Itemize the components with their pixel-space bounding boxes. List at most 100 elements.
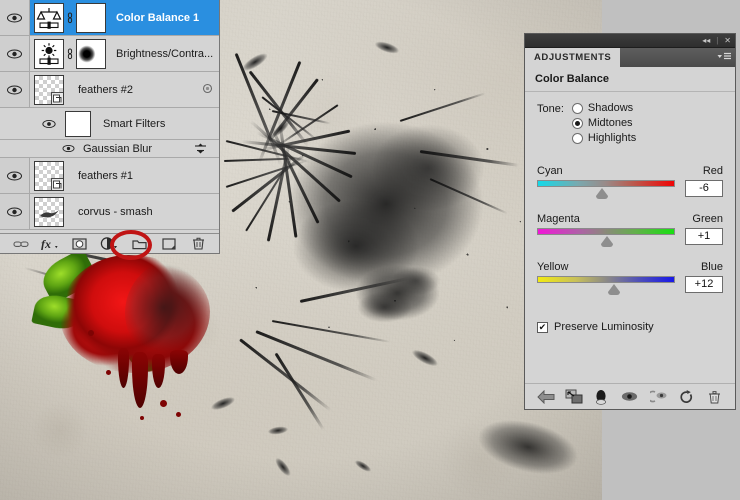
tone-radio-list: Shadows Midtones Highlights [571,102,636,147]
back-arrow-icon[interactable] [533,386,559,408]
blending-options-icon[interactable] [194,143,207,157]
slider-left-label: Cyan [537,165,563,177]
radio-highlights[interactable]: Highlights [571,132,636,144]
adjustments-body: Color Balance Tone: Shadows Midtones Hig… [525,67,735,409]
mask-link-icon[interactable] [64,48,76,60]
trash-icon[interactable] [187,235,209,253]
slider-cyan-red-track-wrap[interactable] [537,180,675,199]
fx-icon[interactable]: fx [39,235,61,253]
radio-button-icon[interactable] [571,102,583,114]
layer-mask-thumbnail[interactable] [76,2,106,33]
layer-name-label: corvus - smash [78,205,153,218]
slider-cyan-red-thumb[interactable] [595,188,608,199]
slider-right-label: Blue [700,261,723,273]
layer-name-label: feathers #1 [78,169,134,182]
photoshop-window: Color Balance 1 Brightness/Contra... fea… [0,0,740,500]
slider-left-label: Magenta [537,213,580,225]
slider-magenta-green-track[interactable] [537,228,675,235]
slider-yellow-blue-thumb[interactable] [608,284,621,295]
panel-tabbar[interactable]: ADJUSTMENTS [525,48,735,67]
smart-filters-label: Smart Filters [103,117,166,130]
layer-row-color-balance-1[interactable]: Color Balance 1 [0,0,219,36]
slider-magenta-green-value[interactable]: +1 [685,228,723,245]
new-adjustment-layer-icon[interactable] [98,235,120,253]
radio-midtones-label: Midtones [587,117,633,129]
layers-panel-toolbar[interactable]: fx [0,233,219,253]
layer-row-smart-filters[interactable]: Smart Filters [0,108,219,140]
layer-thumbnail-feathers-1[interactable] [34,160,64,191]
trash-icon[interactable] [701,386,727,408]
layer-row-feathers-1[interactable]: feathers #1 [0,158,219,194]
gaussian-blur-label: Gaussian Blur [83,142,153,155]
preserve-luminosity-checkbox-row[interactable]: ✔ Preserve Luminosity [525,293,735,333]
add-layer-mask-icon[interactable] [69,235,91,253]
eye-icon [7,85,22,95]
collapse-to-icons-icon[interactable]: ◂◂ [702,36,710,45]
layer-name-label: Brightness/Contra... [116,47,214,60]
slider-right-label: Green [692,213,723,225]
slider-cyan-red: Cyan Red -6 [525,165,735,199]
eye-icon [7,49,22,59]
slider-yellow-blue: Yellow Blue +12 [525,261,735,295]
titlebar-divider: | [716,35,719,45]
slider-cyan-red-track[interactable] [537,180,675,187]
smart-object-badge-icon [51,177,63,190]
adjustments-footer[interactable] [525,383,735,409]
radio-button-selected-icon[interactable] [571,117,583,129]
layer-visibility-toggle[interactable] [0,0,30,35]
slider-yellow-blue-track[interactable] [537,276,675,283]
panel-titlebar[interactable]: ◂◂ | ✕ [525,34,735,48]
checkbox-checked-icon[interactable]: ✔ [537,321,548,333]
eye-icon[interactable] [616,386,642,408]
slider-magenta-green-thumb[interactable] [600,236,613,247]
slider-left-label: Yellow [537,261,569,273]
layer-thumbnail-feathers-2[interactable] [34,74,64,105]
layer-visibility-toggle[interactable] [0,72,30,107]
brightness-contrast-icon [39,42,59,65]
layer-mask-thumbnail[interactable] [76,38,106,69]
new-layer-icon[interactable] [158,235,180,253]
slider-cyan-red-value[interactable]: -6 [685,180,723,197]
layer-thumbnail-corvus-smash[interactable] [34,196,64,227]
adjustments-panel[interactable]: ◂◂ | ✕ ADJUSTMENTS Color Balance Tone: S… [524,33,736,410]
layer-visibility-toggle[interactable] [0,158,30,193]
tab-adjustments[interactable]: ADJUSTMENTS [525,48,621,67]
layer-row-brightness-contrast[interactable]: Brightness/Contra... [0,36,219,72]
mask-link-icon[interactable] [64,12,76,24]
preserve-luminosity-label: Preserve Luminosity [554,321,654,333]
layer-name-label: Color Balance 1 [116,11,200,24]
layer-row-gaussian-blur[interactable]: Gaussian Blur [0,140,219,158]
color-balance-icon [36,7,62,29]
layers-panel[interactable]: Color Balance 1 Brightness/Contra... fea… [0,0,220,260]
link-layers-icon[interactable] [10,235,32,253]
layer-row-corvus-smash[interactable]: corvus - smash [0,194,219,230]
layer-thumbnail-brightness-contrast[interactable] [34,38,64,69]
eye-icon[interactable] [62,144,77,154]
layer-visibility-toggle[interactable] [0,36,30,71]
radio-button-icon[interactable] [571,132,583,144]
slider-yellow-blue-value[interactable]: +12 [685,276,723,293]
clip-to-layer-icon[interactable] [561,386,587,408]
reset-icon[interactable] [674,386,700,408]
slider-magenta-green-track-wrap[interactable] [537,228,675,247]
eye-icon [7,207,22,217]
radio-midtones[interactable]: Midtones [571,117,636,129]
smart-filter-indicator-icon[interactable] [202,83,213,97]
smart-filter-mask-thumbnail[interactable] [65,110,91,137]
layer-row-feathers-2[interactable]: feathers #2 [0,72,219,170]
slider-yellow-blue-labels: Yellow Blue [537,261,723,273]
slider-yellow-blue-track-wrap[interactable] [537,276,675,295]
slider-magenta-green: Magenta Green +1 [525,213,735,247]
mask-preview-icon[interactable] [588,386,614,408]
radio-shadows-label: Shadows [587,102,634,114]
svg-text:fx: fx [41,237,51,250]
new-group-icon[interactable] [128,235,150,253]
previous-state-icon[interactable] [646,386,672,408]
layer-visibility-toggle[interactable] [0,194,30,229]
layer-thumbnail-color-balance[interactable] [34,2,64,33]
radio-shadows[interactable]: Shadows [571,102,636,114]
eye-icon[interactable] [42,119,57,129]
close-icon[interactable]: ✕ [724,36,731,45]
eye-icon [7,13,22,23]
panel-menu-icon[interactable] [717,52,731,62]
